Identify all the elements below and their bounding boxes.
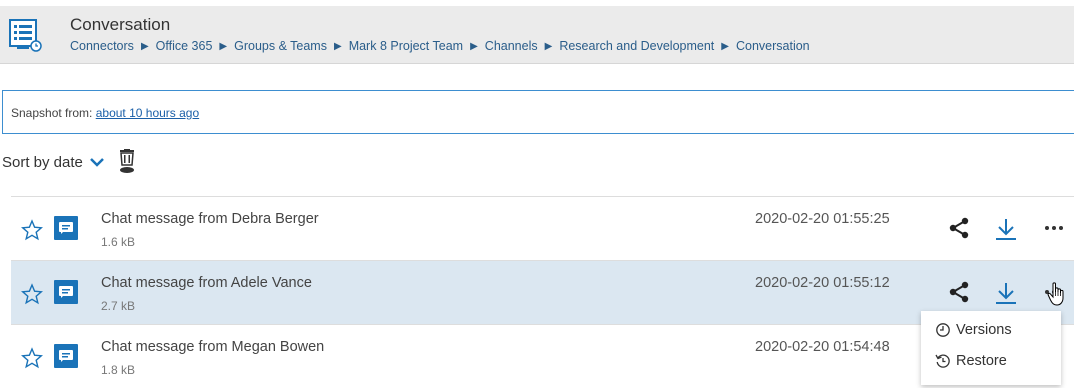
item-size: 1.6 kB <box>101 235 136 249</box>
item-date: 2020-02-20 01:54:48 <box>755 339 890 355</box>
item-name[interactable]: Chat message from Megan Bowen <box>101 339 324 355</box>
list-item[interactable]: Chat message from Adele Vance 2.7 kB 202… <box>11 261 1074 325</box>
list-view-icon <box>9 19 42 52</box>
list-item[interactable]: Chat message from Megan Bowen 1.8 kB 202… <box>11 325 1074 388</box>
file-list: Chat message from Debra Berger 1.6 kB 20… <box>11 196 1074 388</box>
breadcrumb-separator-icon: ▶ <box>333 40 342 52</box>
chevron-down-icon[interactable] <box>89 154 105 170</box>
menu-item-label: Restore <box>956 353 1007 369</box>
breadcrumb-separator-icon: ▶ <box>544 40 553 52</box>
breadcrumb-separator-icon: ▶ <box>219 40 228 52</box>
clock-icon <box>936 323 950 337</box>
breadcrumb-mark-8-project-team[interactable]: Mark 8 Project Team <box>349 39 463 53</box>
list-item[interactable]: Chat message from Debra Berger 1.6 kB 20… <box>11 197 1074 261</box>
breadcrumb-separator-icon: ▶ <box>470 40 478 52</box>
breadcrumb-channels[interactable]: Channels <box>485 39 538 53</box>
star-icon[interactable] <box>21 283 43 305</box>
breadcrumb-research-and-development[interactable]: Research and Development <box>559 39 714 53</box>
restore-icon <box>935 354 950 368</box>
breadcrumb-separator-icon: ▶ <box>140 40 149 52</box>
context-menu: Versions Restore <box>921 311 1061 385</box>
chat-message-icon <box>54 280 78 304</box>
share-icon[interactable] <box>948 217 970 239</box>
item-size: 1.8 kB <box>101 363 136 377</box>
hand-cursor-icon <box>1047 282 1064 306</box>
item-name[interactable]: Chat message from Adele Vance <box>101 275 312 291</box>
breadcrumb-conversation[interactable]: Conversation <box>736 39 810 53</box>
download-icon[interactable] <box>995 281 1017 305</box>
page-header: Conversation Connectors ▶ Office 365 ▶ G… <box>0 6 1074 64</box>
download-icon[interactable] <box>995 217 1017 241</box>
item-size: 2.7 kB <box>101 299 136 313</box>
star-icon[interactable] <box>21 219 43 241</box>
more-options-icon[interactable] <box>1044 219 1064 237</box>
deleted-items-icon[interactable] <box>117 149 137 175</box>
chat-message-icon <box>54 216 78 240</box>
item-name[interactable]: Chat message from Debra Berger <box>101 211 319 227</box>
star-icon[interactable] <box>21 347 43 369</box>
share-icon[interactable] <box>948 281 970 303</box>
menu-item-label: Versions <box>956 322 1012 338</box>
snapshot-time-link[interactable]: about 10 hours ago <box>96 106 199 120</box>
breadcrumb: Connectors ▶ Office 365 ▶ Groups & Teams… <box>70 39 810 53</box>
snapshot-text: Snapshot from: about 10 hours ago <box>11 106 199 120</box>
item-date: 2020-02-20 01:55:25 <box>755 211 890 227</box>
sort-by-date-button[interactable]: Sort by date <box>2 154 83 171</box>
sort-toolbar: Sort by date <box>0 148 137 176</box>
menu-item-restore[interactable]: Restore <box>935 349 1007 373</box>
snapshot-bar: Snapshot from: about 10 hours ago <box>2 90 1074 134</box>
item-date: 2020-02-20 01:55:12 <box>755 275 890 291</box>
menu-item-versions[interactable]: Versions <box>935 318 1012 342</box>
page-title: Conversation <box>70 15 171 34</box>
breadcrumb-groups-teams[interactable]: Groups & Teams <box>234 39 327 53</box>
chat-message-icon <box>54 344 78 368</box>
snapshot-label: Snapshot from: <box>11 106 96 120</box>
breadcrumb-connectors[interactable]: Connectors <box>70 39 134 53</box>
breadcrumb-office-365[interactable]: Office 365 <box>156 39 213 53</box>
breadcrumb-separator-icon: ▶ <box>721 40 729 52</box>
